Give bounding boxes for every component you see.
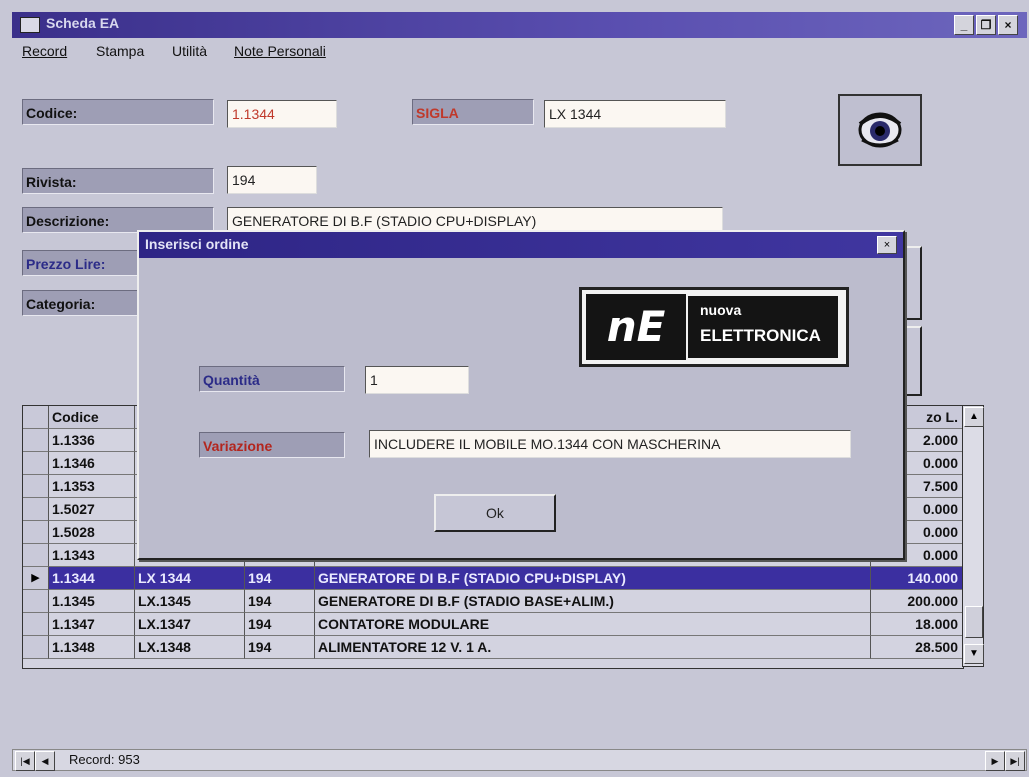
cell-sigla[interactable]: LX.1345 — [135, 590, 245, 613]
table-row[interactable]: 1.1345 LX.1345 194 GENERATORE DI B.F (ST… — [23, 590, 963, 613]
cell-prezzo[interactable]: 200.000 — [871, 590, 963, 613]
maximize-button[interactable]: ❐ — [976, 15, 996, 35]
scroll-thumb[interactable] — [965, 606, 983, 638]
row-selector[interactable] — [23, 429, 49, 452]
menu-bar: Record Stampa Utilità Note Personali — [12, 40, 1027, 62]
cell-codice[interactable]: 1.1347 — [49, 613, 135, 636]
view-button[interactable] — [838, 94, 922, 166]
window-title: Scheda EA — [46, 15, 120, 31]
cell-rivista[interactable]: 194 — [245, 567, 315, 590]
logo-mark: nE — [586, 294, 686, 360]
scroll-down-icon[interactable]: ▼ — [964, 644, 984, 664]
cell-prezzo[interactable]: 140.000 — [871, 567, 963, 590]
first-record-icon[interactable]: |◀ — [15, 751, 35, 771]
header-codice[interactable]: Codice — [49, 406, 135, 429]
cell-prezzo[interactable]: 18.000 — [871, 613, 963, 636]
cell-descrizione[interactable]: ALIMENTATORE 12 V. 1 A. — [315, 636, 871, 659]
minimize-button[interactable]: _ — [954, 15, 974, 35]
variazione-field[interactable]: INCLUDERE IL MOBILE MO.1344 CON MASCHERI… — [369, 430, 851, 458]
rivista-field[interactable]: 194 — [227, 166, 317, 194]
row-selector[interactable] — [23, 452, 49, 475]
cell-sigla[interactable]: LX.1347 — [135, 613, 245, 636]
cell-descrizione[interactable]: CONTATORE MODULARE — [315, 613, 871, 636]
menu-stampa[interactable]: Stampa — [96, 43, 144, 59]
prev-record-icon[interactable]: ◀ — [35, 751, 55, 771]
sigla-label: SIGLA — [412, 99, 534, 125]
cell-sigla[interactable]: LX.1348 — [135, 636, 245, 659]
row-selector[interactable] — [23, 521, 49, 544]
cell-sigla[interactable]: LX 1344 — [135, 567, 245, 590]
rivista-label: Rivista: — [22, 168, 214, 194]
last-record-icon[interactable]: ▶| — [1005, 751, 1025, 771]
scroll-up-icon[interactable]: ▲ — [964, 407, 984, 427]
cell-prezzo[interactable]: 28.500 — [871, 636, 963, 659]
dialog-close-button[interactable]: × — [877, 236, 897, 254]
row-selector[interactable] — [23, 590, 49, 613]
row-selector[interactable] — [23, 636, 49, 659]
cell-codice[interactable]: 1.1345 — [49, 590, 135, 613]
row-indicator-icon[interactable]: ▶ — [23, 567, 49, 590]
cell-rivista[interactable]: 194 — [245, 590, 315, 613]
cell-codice[interactable]: 1.1353 — [49, 475, 135, 498]
cell-codice[interactable]: 1.1344 — [49, 567, 135, 590]
logo-text-elettronica: ELETTRONICA — [700, 326, 821, 345]
record-counter: Record: 953 — [69, 752, 140, 767]
menu-note-personali[interactable]: Note Personali — [234, 43, 326, 59]
logo-text-block: nuova ELETTRONICA — [688, 296, 838, 358]
eye-icon — [858, 112, 902, 148]
quantita-label: Quantità — [199, 366, 345, 392]
menu-record[interactable]: Record — [22, 43, 67, 59]
cell-descrizione[interactable]: GENERATORE DI B.F (STADIO BASE+ALIM.) — [315, 590, 871, 613]
dialog-title: Inserisci ordine — [145, 236, 249, 252]
row-selector[interactable] — [23, 544, 49, 567]
row-selector[interactable] — [23, 475, 49, 498]
cell-rivista[interactable]: 194 — [245, 613, 315, 636]
ok-button[interactable]: Ok — [434, 494, 556, 532]
cell-codice[interactable]: 1.5028 — [49, 521, 135, 544]
table-row-selected[interactable]: ▶ 1.1344 LX 1344 194 GENERATORE DI B.F (… — [23, 567, 963, 590]
table-row[interactable]: 1.1347 LX.1347 194 CONTATORE MODULARE 18… — [23, 613, 963, 636]
grid-scrollbar[interactable]: ▲ ▼ — [962, 405, 984, 667]
nuova-elettronica-logo: nE nuova ELETTRONICA — [579, 287, 849, 367]
menu-utilita[interactable]: Utilità — [172, 43, 207, 59]
cell-codice[interactable]: 1.1336 — [49, 429, 135, 452]
quantita-field[interactable]: 1 — [365, 366, 469, 394]
logo-text-nuova: nuova — [700, 302, 742, 318]
cell-codice[interactable]: 1.1343 — [49, 544, 135, 567]
cell-codice[interactable]: 1.1346 — [49, 452, 135, 475]
dialog-titlebar: Inserisci ordine × — [139, 232, 903, 258]
cell-descrizione[interactable]: GENERATORE DI B.F (STADIO CPU+DISPLAY) — [315, 567, 871, 590]
codice-label: Codice: — [22, 99, 214, 125]
insert-order-dialog: Inserisci ordine × nE nuova ELETTRONICA … — [137, 230, 905, 560]
record-navigator: |◀ ◀ Record: 953 ▶ ▶| — [12, 749, 1027, 771]
table-row[interactable]: 1.1348 LX.1348 194 ALIMENTATORE 12 V. 1 … — [23, 636, 963, 659]
variazione-label: Variazione — [199, 432, 345, 458]
cell-codice[interactable]: 1.1348 — [49, 636, 135, 659]
row-selector[interactable] — [23, 613, 49, 636]
codice-field[interactable]: 1.1344 — [227, 100, 337, 128]
sigla-field[interactable]: LX 1344 — [544, 100, 726, 128]
close-button[interactable]: × — [998, 15, 1018, 35]
cell-rivista[interactable]: 194 — [245, 636, 315, 659]
header-corner — [23, 406, 49, 429]
row-selector[interactable] — [23, 498, 49, 521]
next-record-icon[interactable]: ▶ — [985, 751, 1005, 771]
cell-codice[interactable]: 1.5027 — [49, 498, 135, 521]
app-icon — [20, 17, 40, 33]
window-titlebar: Scheda EA _ ❐ × — [12, 12, 1027, 38]
